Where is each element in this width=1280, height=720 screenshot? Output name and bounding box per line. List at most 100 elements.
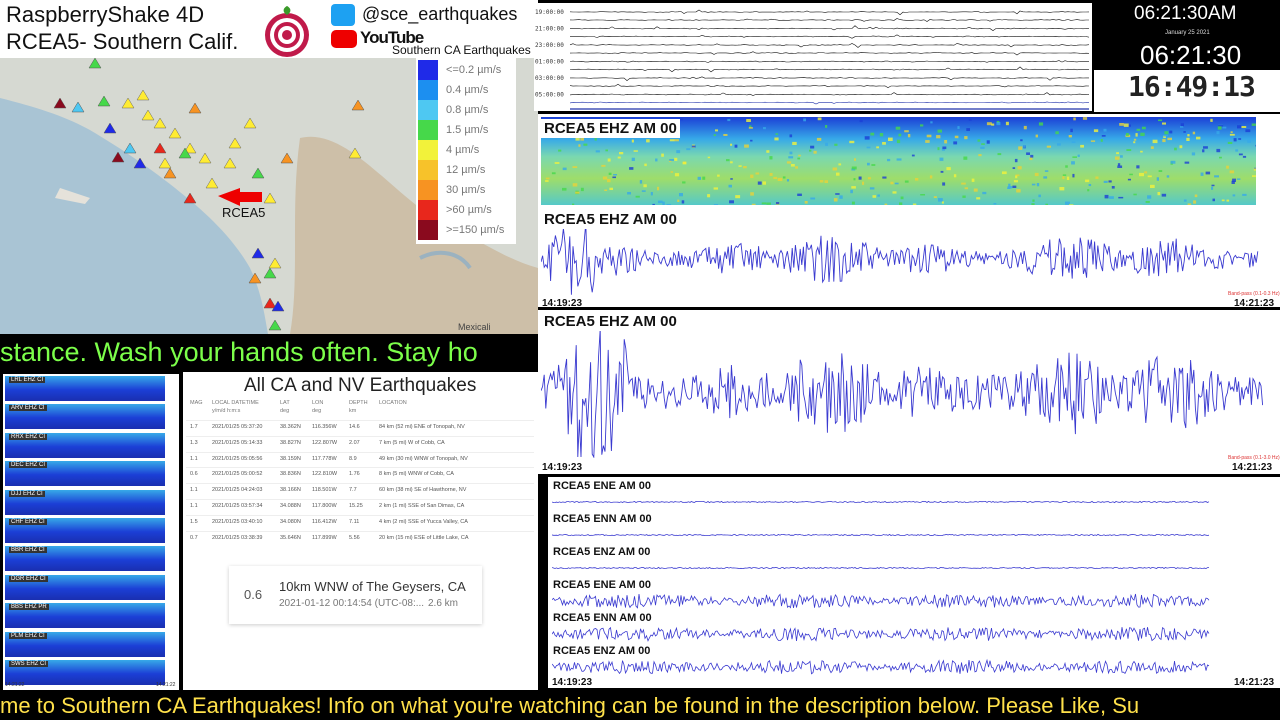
spectrogram-cell — [1046, 145, 1051, 148]
spectrogram-cell — [735, 195, 741, 199]
spectrogram-cell — [957, 126, 960, 129]
spectrogram-cell — [810, 197, 816, 200]
ticker-bottom: me to Southern CA Earthquakes! Info on w… — [0, 690, 1280, 720]
spectrogram-cell — [884, 203, 888, 205]
eq-cell[interactable]: 84 km (52 mi) ENE of Tonopah, NV — [379, 424, 465, 430]
legend-swatch — [418, 120, 438, 140]
station-marker-label: RCEA5 — [222, 205, 266, 220]
spectrogram-cell — [1045, 203, 1048, 205]
spectrogram-cell — [1018, 146, 1023, 150]
spectrogram-cell — [1242, 193, 1247, 196]
spectrogram-cell — [920, 124, 924, 127]
legend-row: 4 µm/s — [418, 140, 516, 160]
spectrogram-cell — [1133, 138, 1137, 141]
spectrogram-cell — [676, 150, 681, 154]
spectrogram-cell — [953, 174, 957, 178]
spectrogram-cell — [1100, 139, 1103, 142]
spectrogram-cell — [851, 201, 855, 205]
spectrogram-cell — [961, 182, 966, 185]
spectrogram-cell — [1237, 125, 1242, 129]
station-spectrogram-label: DGR EHZ CI — [9, 575, 48, 582]
spectrogram-cell — [825, 142, 828, 146]
spectrogram-cell — [1070, 128, 1073, 133]
spectrogram-cell — [1140, 132, 1145, 136]
spectrogram-cell — [1016, 189, 1021, 193]
spectrogram-cell — [650, 192, 653, 196]
spectrogram-cell — [652, 203, 655, 205]
eq-cell: 2021/01/25 03:38:39 — [212, 534, 263, 541]
spectrogram-cell — [1135, 133, 1138, 137]
three-component-channel-label: RCEA5 ENN AM 00 — [550, 513, 655, 525]
waveform-trace-2 — [541, 328, 1263, 458]
eq-cell: 1.1 — [190, 487, 198, 494]
spectrogram-cell — [1162, 122, 1166, 125]
eq-cell[interactable]: 49 km (30 mi) WNW of Tonopah, NV — [379, 456, 468, 462]
spectrogram-cell — [766, 150, 770, 153]
station-spectrogram-label: RRX EHZ CI — [9, 433, 48, 440]
spectrogram-cell — [686, 148, 691, 151]
spectrogram-cell — [682, 161, 687, 165]
helicorder-hour-label: 23:00:00 — [535, 42, 564, 49]
spectrogram-cell — [813, 150, 817, 154]
spectrogram-cell — [1157, 138, 1161, 141]
twitter-handle[interactable]: @sce_earthquakes — [362, 4, 517, 25]
legend-swatch — [418, 80, 438, 100]
spectrogram-cell — [1109, 196, 1114, 199]
spectrogram-cell — [1036, 183, 1040, 187]
spectrogram-cell — [982, 191, 987, 195]
spectrogram-cell — [750, 139, 753, 142]
helicorder-line — [569, 25, 1090, 31]
spectrogram-cell — [890, 181, 894, 185]
eq-cell[interactable]: 8 km (5 mi) WNW of Cobb, CA — [379, 471, 454, 477]
eq-cell: 34.080N — [280, 518, 301, 525]
spectrogram-cell — [782, 176, 786, 179]
spectrogram-cell — [1085, 179, 1090, 183]
spectrogram-cell — [971, 178, 975, 182]
spectrogram-cell — [858, 176, 862, 180]
spectrogram-cell — [641, 190, 646, 192]
spectrogram-cell — [1211, 184, 1215, 187]
spectrogram-cell — [864, 136, 870, 140]
eq-cell[interactable]: 60 km (38 mi) SE of Hawthorne, NV — [379, 487, 466, 493]
eq-cell: 2.07 — [349, 439, 360, 446]
spectrogram-cell — [797, 193, 802, 196]
legend-row: >=150 µm/s — [418, 220, 516, 240]
helicorder-line — [569, 9, 1090, 16]
spectrogram-cell — [766, 202, 771, 205]
spectrogram-cell — [727, 118, 731, 122]
eq-cell: 117.899W — [312, 534, 337, 541]
spectrogram-cell — [1133, 141, 1136, 144]
spectrogram-cell — [1108, 180, 1112, 183]
waveform2-bandpass: Band-pass (0.1-3.0 Hz) — [1228, 455, 1280, 461]
spectrogram-cell — [933, 196, 937, 198]
spectrogram-cell — [1082, 117, 1088, 120]
spectrogram-cell — [677, 199, 680, 202]
spectrogram-cell — [1229, 170, 1235, 174]
legend-label: >60 µm/s — [446, 204, 492, 216]
spectrogram-cell — [1245, 129, 1251, 133]
spectrogram-cell — [795, 166, 798, 169]
eq-cell[interactable]: 4 km (2 mi) SSE of Yucca Valley, CA — [379, 519, 468, 525]
spectrogram-cell — [554, 162, 560, 164]
eq-cell[interactable]: 20 km (15 mi) ESE of Little Lake, CA — [379, 535, 469, 541]
spectrogram-cell — [1127, 178, 1131, 181]
spectrogram-cell — [862, 181, 865, 185]
eq-cell[interactable]: 7 km (5 mi) W of Cobb, CA — [379, 440, 445, 446]
spectrogram-cell — [980, 146, 985, 149]
three-component-trace — [552, 566, 1210, 570]
three-component-trace — [552, 593, 1210, 609]
spectrogram-cell — [1156, 177, 1159, 181]
spectrogram-cell — [1222, 126, 1227, 129]
spectrogram-cell — [1071, 161, 1075, 165]
eq-cell[interactable]: 2 km (1 mi) SSE of San Dimas, CA — [379, 503, 464, 509]
spectrogram-cell — [993, 203, 997, 205]
spectrogram-cell — [572, 166, 578, 168]
legend-row: 12 µm/s — [418, 160, 516, 180]
eq-cell: 116.412W — [312, 518, 337, 525]
waveform2-start-time: 14:19:23 — [542, 462, 583, 473]
earthquake-card[interactable] — [229, 566, 482, 624]
three-component-line — [552, 533, 1210, 537]
spectrogram-cell — [1212, 198, 1215, 202]
spectrogram-cell — [904, 180, 909, 183]
spectrogram-cell — [551, 172, 556, 175]
